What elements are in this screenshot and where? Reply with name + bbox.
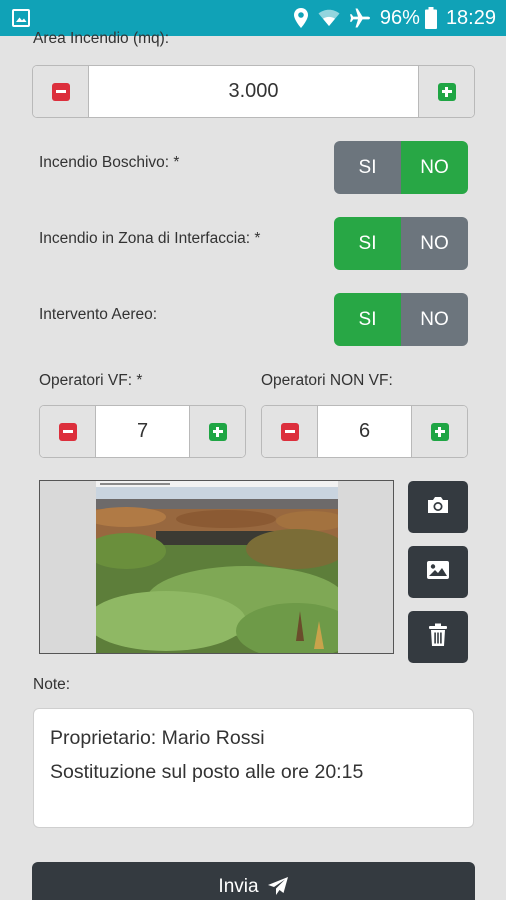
area-increment-button[interactable] xyxy=(418,66,474,117)
gallery-button[interactable] xyxy=(408,546,468,598)
operatori-non-vf-label: Operatori NON VF: xyxy=(261,372,393,389)
boschivo-no-option[interactable]: NO xyxy=(401,141,468,194)
operatori-vf-input[interactable]: 7 xyxy=(96,406,189,457)
intervento-aereo-label: Intervento Aereo: xyxy=(39,306,158,323)
clock: 18:29 xyxy=(445,6,496,29)
area-decrement-button[interactable] xyxy=(33,66,89,117)
area-incendio-input[interactable]: 3.000 xyxy=(89,66,418,117)
airplane-icon xyxy=(349,7,371,29)
operatori-non-vf-input[interactable]: 6 xyxy=(318,406,411,457)
image-notification-icon xyxy=(12,9,30,32)
intervento-aereo-toggle: SI NO xyxy=(334,293,468,346)
operatori-vf-label: Operatori VF: * xyxy=(39,372,143,389)
incendio-interfaccia-label: Incendio in Zona di Interfaccia: * xyxy=(39,230,261,247)
operatori-non-vf-stepper: 6 xyxy=(261,405,468,458)
camera-button[interactable] xyxy=(408,481,468,533)
notes-textarea[interactable]: Proprietario: Mario Rossi Sostituzione s… xyxy=(33,708,474,828)
plus-icon xyxy=(208,422,227,441)
notes-label: Note: xyxy=(33,676,71,693)
incendio-boschivo-toggle: SI NO xyxy=(334,141,468,194)
submit-button[interactable]: Invia xyxy=(32,862,475,900)
incendio-interfaccia-toggle: SI NO xyxy=(334,217,468,270)
battery-icon xyxy=(424,7,437,29)
notes-line: Sostituzione sul posto alle ore 20:15 xyxy=(50,761,364,783)
operatori-vf-increment-button[interactable] xyxy=(189,406,245,457)
minus-icon xyxy=(280,422,299,441)
boschivo-si-option[interactable]: SI xyxy=(334,141,401,194)
location-icon xyxy=(293,7,309,29)
incendio-boschivo-label: Incendio Boschivo: * xyxy=(39,154,180,171)
plus-icon xyxy=(430,422,449,441)
battery-percent: 96% xyxy=(379,6,420,29)
minus-icon xyxy=(51,82,70,101)
camera-icon xyxy=(426,495,450,520)
interfaccia-si-option[interactable]: SI xyxy=(334,217,401,270)
aereo-si-option[interactable]: SI xyxy=(334,293,401,346)
trash-icon xyxy=(428,623,448,652)
image-icon xyxy=(426,560,450,585)
forest-photo xyxy=(96,481,338,653)
submit-label: Invia xyxy=(218,876,259,897)
plus-icon xyxy=(437,82,456,101)
operatori-non-vf-increment-button[interactable] xyxy=(411,406,467,457)
wifi-icon xyxy=(318,9,340,27)
aereo-no-option[interactable]: NO xyxy=(401,293,468,346)
notes-line: Proprietario: Mario Rossi xyxy=(50,727,265,749)
operatori-non-vf-decrement-button[interactable] xyxy=(262,406,318,457)
area-incendio-stepper: 3.000 xyxy=(32,65,475,118)
minus-icon xyxy=(58,422,77,441)
interfaccia-no-option[interactable]: NO xyxy=(401,217,468,270)
delete-button[interactable] xyxy=(408,611,468,663)
photo-preview[interactable] xyxy=(39,480,394,654)
operatori-vf-stepper: 7 xyxy=(39,405,246,458)
send-icon xyxy=(267,876,289,900)
operatori-vf-decrement-button[interactable] xyxy=(40,406,96,457)
area-incendio-label: Area Incendio (mq): xyxy=(33,30,170,47)
